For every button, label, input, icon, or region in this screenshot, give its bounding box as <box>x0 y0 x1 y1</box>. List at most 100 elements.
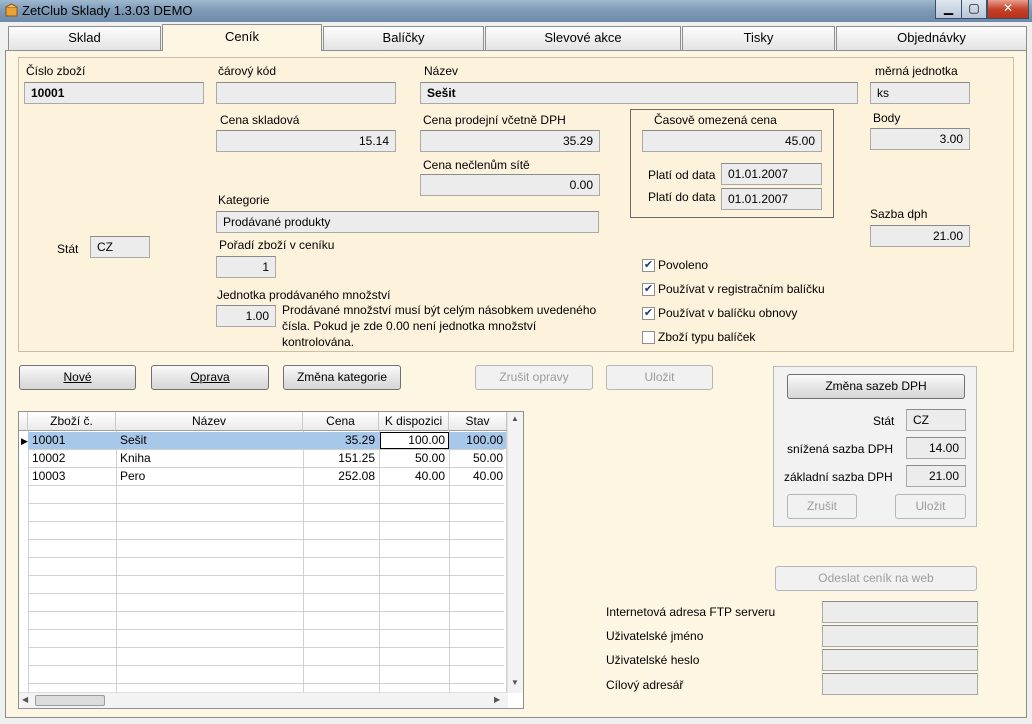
uzivatelske-heslo-field[interactable] <box>822 649 978 671</box>
kategorie-label: Kategorie <box>218 193 270 207</box>
zakladni-sazba-field[interactable]: 21.00 <box>906 465 966 487</box>
tab-cenik[interactable]: Ceník <box>162 24 322 51</box>
povoleno-checkbox[interactable]: ✔ <box>642 259 655 272</box>
uzivatelske-heslo-label: Uživatelské heslo <box>606 653 700 667</box>
nove-button[interactable]: Nové <box>19 365 136 390</box>
dph-stat-field[interactable]: CZ <box>906 409 966 431</box>
table-cell[interactable]: 252.08 <box>303 468 379 486</box>
table-cell[interactable]: 10003 <box>28 468 116 486</box>
povoleno-label: Povoleno <box>658 258 709 272</box>
poradi-label: Pořadí zboží v ceníku <box>219 238 335 252</box>
tab-slevove-akce[interactable]: Slevové akce <box>485 26 681 50</box>
registracni-balicek-label: Používat v registračním balíčku <box>658 282 825 296</box>
tab-balicky[interactable]: Balíčky <box>323 26 484 50</box>
column-header-stav[interactable]: Stav <box>449 412 507 431</box>
plati-do-field[interactable]: 01.01.2007 <box>721 188 822 210</box>
plati-od-label: Platí od data <box>648 168 716 182</box>
nazev-field[interactable]: Sešit <box>420 82 858 104</box>
table-cell[interactable]: Sešit <box>116 432 303 450</box>
balicek-obnovy-checkbox[interactable]: ✔ <box>642 307 655 320</box>
tab-sklad[interactable]: Sklad <box>8 26 161 50</box>
zbozi-typu-balicek-label: Zboží typu balíček <box>658 330 756 344</box>
items-grid[interactable]: Zboží č. Název Cena K dispozici Stav ▶ 1… <box>18 411 524 709</box>
stat-label: Stát <box>57 242 79 256</box>
dph-ulozit-button[interactable]: Uložit <box>895 494 966 519</box>
tab-tisky[interactable]: Tisky <box>682 26 835 50</box>
scroll-thumb[interactable] <box>35 695 105 706</box>
column-header-nazev[interactable]: Název <box>116 412 303 431</box>
ulozit-button[interactable]: Uložit <box>606 365 713 390</box>
cislo-zbozi-field[interactable]: 10001 <box>24 82 204 104</box>
merna-jednotka-field[interactable]: ks <box>870 82 970 104</box>
tab-objednavky[interactable]: Objednávky <box>836 26 1027 50</box>
scroll-right-icon[interactable]: ▶ <box>494 695 500 704</box>
cilovy-adresar-label: Cílový adresář <box>606 678 684 692</box>
table-cell[interactable]: 40.00 <box>379 468 449 486</box>
merna-jednotka-label: měrná jednotka <box>875 64 958 78</box>
oprava-button-label: Oprava <box>190 370 230 384</box>
zmena-sazeb-dph-button[interactable]: Změna sazeb DPH <box>787 374 965 399</box>
window-title: ZetClub Sklady 1.3.03 DEMO <box>22 3 193 18</box>
scroll-left-icon[interactable]: ◀ <box>22 695 28 704</box>
row-pointer-icon: ▶ <box>21 436 28 446</box>
table-cell[interactable]: 100.00 <box>379 432 449 450</box>
balicek-obnovy-label: Používat v balíčku obnovy <box>658 306 798 320</box>
cena-skladova-label: Cena skladová <box>220 113 300 127</box>
cilovy-adresar-field[interactable] <box>822 673 978 695</box>
zakladni-sazba-label: základní sazba DPH <box>784 470 893 484</box>
registracni-balicek-checkbox[interactable]: ✔ <box>642 283 655 296</box>
table-cell[interactable]: 151.25 <box>303 450 379 468</box>
table-cell[interactable]: 50.00 <box>449 450 507 468</box>
table-cell[interactable]: 100.00 <box>449 432 507 450</box>
minimize-button[interactable]: ▁ <box>935 0 962 19</box>
carovy-kod-label: čárový kód <box>218 64 277 78</box>
jednotka-mnozstvi-field[interactable]: 1.00 <box>216 305 276 327</box>
ftp-label: Internetová adresa FTP serveru <box>606 605 776 619</box>
grid-vertical-scrollbar[interactable]: ▲ ▼ <box>507 412 523 693</box>
grid-corner <box>19 412 28 431</box>
sazba-dph-field[interactable]: 21.00 <box>870 225 970 247</box>
close-button[interactable]: ✕ <box>987 0 1029 19</box>
cena-neclenum-field[interactable]: 0.00 <box>420 174 600 196</box>
scroll-down-icon[interactable]: ▼ <box>511 678 519 687</box>
nove-button-label: Nové <box>63 370 92 384</box>
table-cell[interactable]: Pero <box>116 468 303 486</box>
zmena-kategorie-button[interactable]: Změna kategorie <box>283 365 401 390</box>
cena-prodejni-field[interactable]: 35.29 <box>420 130 600 152</box>
table-cell[interactable]: 10002 <box>28 450 116 468</box>
column-header-k-dispozici[interactable]: K dispozici <box>379 412 449 431</box>
maximize-button[interactable]: ▢ <box>961 0 987 19</box>
table-cell[interactable]: Kniha <box>116 450 303 468</box>
grid-horizontal-scrollbar[interactable]: ◀ ▶ <box>19 692 508 708</box>
plati-od-field[interactable]: 01.01.2007 <box>721 163 822 185</box>
table-cell[interactable]: 35.29 <box>303 432 379 450</box>
table-cell[interactable]: 50.00 <box>379 450 449 468</box>
carovy-kod-field[interactable] <box>216 82 396 104</box>
table-cell[interactable]: 40.00 <box>449 468 507 486</box>
table-cell[interactable]: 10001 <box>28 432 116 450</box>
cena-neclenum-label: Cena nečlenům sítě <box>423 158 530 172</box>
dph-stat-label: Stát <box>873 414 895 428</box>
uzivatelske-jmeno-field[interactable] <box>822 625 978 647</box>
column-header-zbozi[interactable]: Zboží č. <box>28 412 116 431</box>
casove-omezena-field[interactable]: 45.00 <box>642 130 822 152</box>
nazev-label: Název <box>424 64 459 78</box>
zbozi-typu-balicek-checkbox[interactable] <box>642 331 655 344</box>
column-header-cena[interactable]: Cena <box>303 412 379 431</box>
snizena-sazba-field[interactable]: 14.00 <box>906 437 966 459</box>
zrusit-opravy-button[interactable]: Zrušit opravy <box>475 365 593 390</box>
snizena-sazba-label: snížená sazba DPH <box>787 442 894 456</box>
body-label: Body <box>873 111 901 125</box>
poradi-field[interactable]: 1 <box>216 256 276 278</box>
oprava-button[interactable]: Oprava <box>151 365 269 390</box>
ftp-field[interactable] <box>822 601 978 623</box>
stat-field[interactable]: CZ <box>90 236 150 258</box>
dph-zrusit-button[interactable]: Zrušit <box>787 494 857 519</box>
odeslat-cenik-button[interactable]: Odeslat ceník na web <box>775 566 977 591</box>
body-field[interactable]: 3.00 <box>870 128 970 150</box>
jednotka-mnozstvi-label: Jednotka prodávaného množství <box>217 288 391 302</box>
scroll-up-icon[interactable]: ▲ <box>511 414 519 423</box>
kategorie-field[interactable]: Prodávané produkty <box>216 211 599 233</box>
cena-skladova-field[interactable]: 15.14 <box>216 130 396 152</box>
cislo-zbozi-label: Číslo zboží <box>26 64 86 78</box>
